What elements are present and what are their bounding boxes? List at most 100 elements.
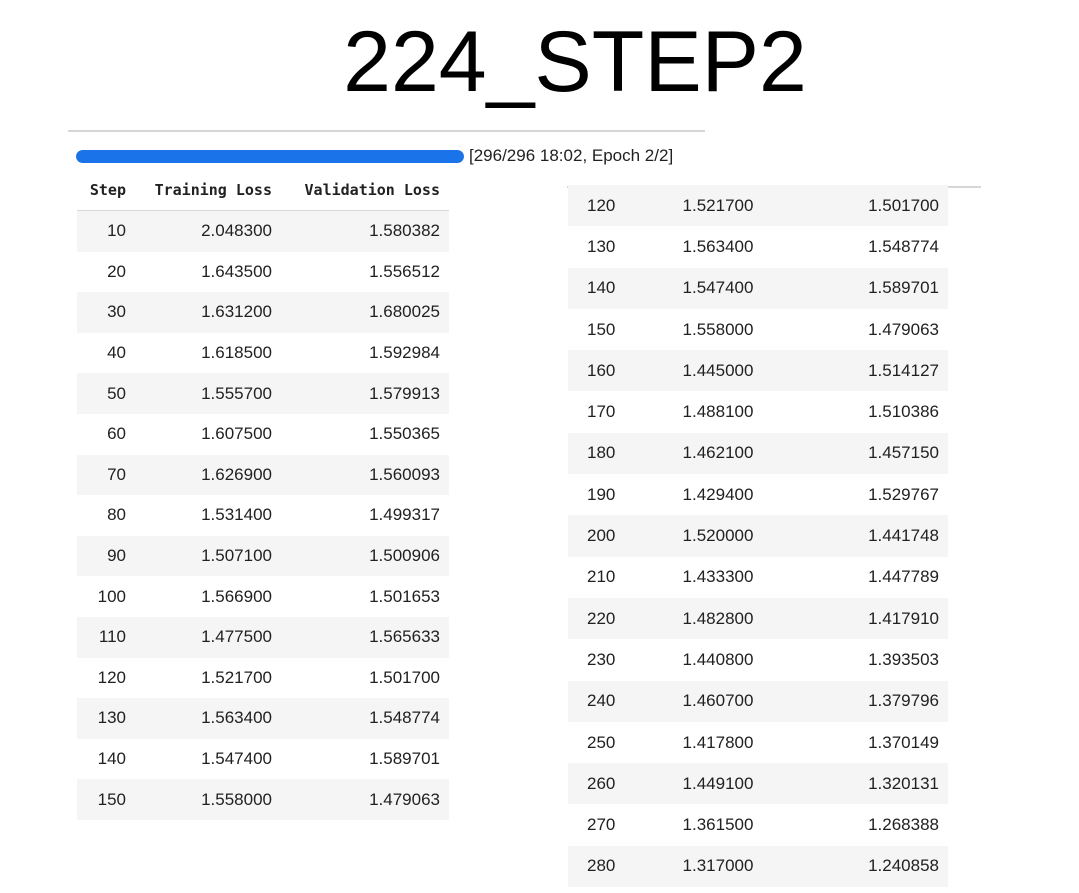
table-row: 10 2.048300 1.580382 bbox=[77, 210, 449, 252]
step-cell: 110 bbox=[98, 627, 126, 647]
validation-loss-cell: 1.499317 bbox=[369, 505, 440, 525]
validation-loss-cell: 1.501700 bbox=[868, 195, 939, 215]
table-row: 100 1.566900 1.501653 bbox=[77, 576, 449, 617]
training-loss-cell: 1.631200 bbox=[201, 302, 272, 322]
validation-loss-cell: 1.580382 bbox=[369, 221, 440, 241]
training-loss-cell: 1.520000 bbox=[682, 526, 754, 546]
step-cell: 130 bbox=[587, 236, 616, 256]
training-progress-bar bbox=[76, 150, 464, 163]
training-loss-cell: 1.445000 bbox=[682, 360, 754, 380]
validation-loss-cell: 1.589701 bbox=[868, 278, 939, 298]
training-loss-cell: 1.558000 bbox=[201, 789, 272, 809]
progress-status-text: [296/296 18:02, Epoch 2/2] bbox=[469, 146, 674, 165]
step-cell: 150 bbox=[587, 319, 616, 339]
table-row: 180 1.462100 1.457150 bbox=[568, 432, 948, 475]
table-row: 150 1.558000 1.479063 bbox=[77, 779, 449, 820]
step-cell: 140 bbox=[97, 749, 126, 769]
step-cell: 180 bbox=[587, 443, 616, 463]
validation-loss-cell: 1.441748 bbox=[868, 526, 939, 546]
training-loss-cell: 1.618500 bbox=[201, 343, 272, 363]
step-cell: 90 bbox=[107, 546, 126, 566]
validation-loss-cell: 1.457150 bbox=[868, 443, 939, 463]
table-row: 40 1.618500 1.592984 bbox=[77, 333, 449, 374]
validation-loss-cell: 1.548774 bbox=[369, 708, 440, 728]
validation-loss-cell: 1.556512 bbox=[369, 261, 440, 281]
step-cell: 80 bbox=[107, 505, 126, 525]
training-log-body: 10 2.048300 1.580382 20 1.643500 1.556512 30 1.… bbox=[77, 210, 449, 820]
step-cell: 120 bbox=[97, 667, 126, 687]
training-loss-cell: 1.482800 bbox=[682, 608, 754, 628]
step-cell: 260 bbox=[587, 773, 616, 793]
table-row: 80 1.531400 1.499317 bbox=[77, 495, 449, 536]
step-cell: 60 bbox=[107, 424, 126, 444]
validation-loss-cell: 1.379796 bbox=[868, 691, 939, 711]
table-row: 230 1.440800 1.393503 bbox=[568, 639, 948, 680]
training-loss-cell: 1.521700 bbox=[201, 667, 272, 687]
validation-loss-cell: 1.589701 bbox=[369, 749, 440, 769]
step-cell: 30 bbox=[107, 302, 126, 322]
training-loss-cell: 1.488100 bbox=[682, 402, 754, 422]
training-loss-cell: 1.361500 bbox=[682, 815, 754, 835]
validation-loss-cell: 1.560093 bbox=[369, 464, 440, 484]
step-cell: 220 bbox=[587, 608, 616, 628]
training-loss-cell: 1.547400 bbox=[682, 278, 754, 298]
training-loss-cell: 1.460700 bbox=[682, 691, 754, 711]
column-header-training-loss: Training Loss bbox=[126, 170, 272, 211]
step-cell: 50 bbox=[107, 383, 126, 403]
column-header-validation-loss: Validation Loss bbox=[272, 170, 449, 211]
validation-loss-cell: 1.680025 bbox=[369, 302, 440, 322]
training-loss-cell: 1.429400 bbox=[682, 484, 754, 504]
step-cell: 160 bbox=[587, 360, 616, 380]
step-cell: 170 bbox=[587, 402, 616, 422]
validation-loss-cell: 1.268388 bbox=[868, 815, 939, 835]
step-cell: 70 bbox=[107, 464, 126, 484]
table-row: 110 1.477500 1.565633 bbox=[77, 616, 449, 658]
step-cell: 270 bbox=[587, 815, 616, 835]
page-title: 224_STEP2 bbox=[343, 14, 807, 110]
training-loss-cell: 1.626900 bbox=[201, 464, 272, 484]
training-log-table: Step Training Loss Validation Loss 10 2.0… bbox=[77, 170, 449, 820]
validation-loss-cell: 1.393503 bbox=[868, 649, 939, 669]
step-cell: 120 bbox=[587, 195, 616, 215]
step-cell: 140 bbox=[587, 278, 616, 298]
training-loss-cell: 1.462100 bbox=[682, 443, 754, 463]
validation-loss-cell: 1.479063 bbox=[369, 789, 440, 809]
training-loss-cell: 1.558000 bbox=[682, 319, 754, 339]
table-row: 170 1.488100 1.510386 bbox=[568, 391, 948, 432]
table-row: 260 1.449100 1.320131 bbox=[568, 763, 948, 805]
validation-loss-cell: 1.501653 bbox=[369, 586, 440, 606]
training-loss-cell: 1.531400 bbox=[201, 505, 272, 525]
validation-loss-cell: 1.320131 bbox=[868, 773, 939, 793]
table-header-row: Step Training Loss Validation Loss bbox=[77, 170, 449, 211]
validation-loss-cell: 1.579913 bbox=[369, 383, 440, 403]
validation-loss-cell: 1.548774 bbox=[868, 236, 939, 256]
validation-loss-cell: 1.529767 bbox=[868, 484, 939, 504]
table-row: 120 1.521700 1.501700 bbox=[77, 658, 449, 699]
step-cell: 250 bbox=[587, 732, 616, 752]
step-cell: 210 bbox=[587, 567, 616, 587]
table-row: 90 1.507100 1.500906 bbox=[77, 535, 449, 577]
validation-loss-cell: 1.240858 bbox=[868, 856, 939, 876]
training-loss-cell: 2.048300 bbox=[201, 221, 272, 241]
table-row: 60 1.607500 1.550365 bbox=[77, 414, 449, 455]
training-loss-cell: 1.317000 bbox=[682, 856, 754, 876]
training-loss-cell: 1.566900 bbox=[201, 586, 272, 606]
table-row: 30 1.631200 1.680025 bbox=[77, 292, 449, 333]
table-row: 240 1.460700 1.379796 bbox=[568, 680, 948, 722]
training-loss-cell: 1.433300 bbox=[682, 567, 754, 587]
step-cell: 100 bbox=[97, 586, 126, 606]
step-cell: 130 bbox=[97, 708, 126, 728]
table-row: 70 1.626900 1.560093 bbox=[77, 454, 449, 496]
table-row: 250 1.417800 1.370149 bbox=[568, 722, 948, 763]
training-loss-cell: 1.607500 bbox=[201, 424, 272, 444]
training-loss-cell: 1.507100 bbox=[201, 546, 272, 566]
table-row: 140 1.547400 1.589701 bbox=[77, 739, 449, 780]
training-loss-cell: 1.643500 bbox=[201, 261, 272, 281]
table-row: 150 1.558000 1.479063 bbox=[568, 309, 948, 350]
step-cell: 190 bbox=[587, 484, 616, 504]
training-loss-cell: 1.521700 bbox=[682, 195, 754, 215]
validation-loss-cell: 1.550365 bbox=[369, 424, 440, 444]
validation-loss-cell: 1.510386 bbox=[868, 402, 939, 422]
step-cell: 10 bbox=[107, 221, 126, 241]
table-row: 160 1.445000 1.514127 bbox=[568, 350, 948, 392]
